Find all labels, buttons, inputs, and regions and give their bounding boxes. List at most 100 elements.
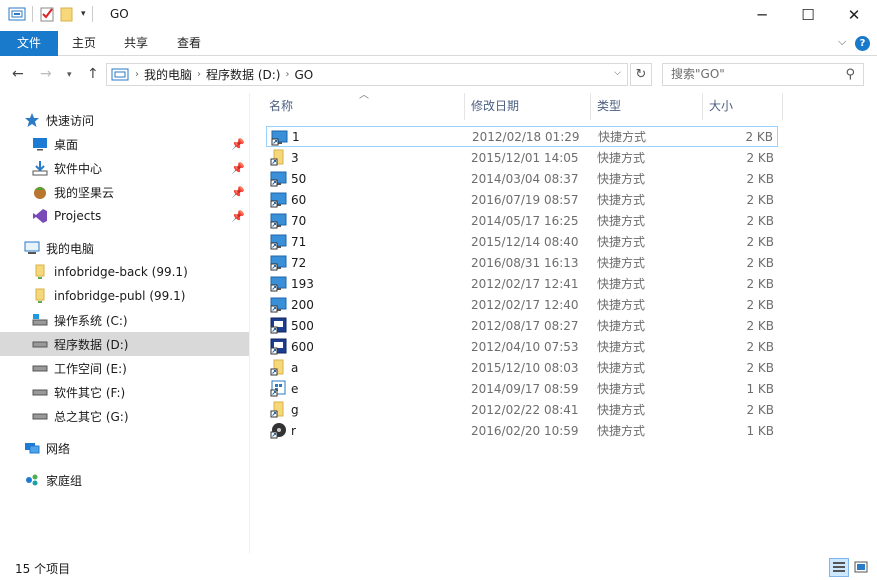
file-date: 2015/12/10 08:03 (471, 360, 579, 375)
drive-icon (32, 408, 48, 424)
nav-drive-g[interactable]: 总之其它 (G:) (0, 404, 249, 428)
file-row[interactable]: 500 2012/08/17 08:27 快捷方式 2 KB (266, 315, 778, 336)
column-header-size[interactable]: 大小 (703, 93, 783, 120)
shortcut-monitor-icon (270, 212, 287, 229)
nav-drive-d[interactable]: 程序数据 (D:) (0, 332, 249, 356)
file-row[interactable]: 50 2014/03/04 08:37 快捷方式 2 KB (266, 168, 778, 189)
pin-icon[interactable]: 📌 (231, 162, 245, 175)
close-button[interactable]: ✕ (831, 0, 877, 30)
nav-this-pc[interactable]: 我的电脑 (0, 236, 249, 260)
nav-drive-infobridge-publ[interactable]: infobridge-publ (99.1) (0, 284, 249, 308)
help-icon[interactable]: ? (855, 36, 870, 51)
nav-projects[interactable]: Projects 📌 (0, 204, 249, 228)
file-size: 2 KB (746, 297, 774, 312)
file-row[interactable]: 71 2015/12/14 08:40 快捷方式 2 KB (266, 231, 778, 252)
refresh-button[interactable]: ↻ (630, 63, 652, 86)
nav-network[interactable]: 网络 (0, 436, 249, 460)
file-row[interactable]: 3 2015/12/01 14:05 快捷方式 2 KB (266, 147, 778, 168)
nav-drive-f[interactable]: 软件其它 (F:) (0, 380, 249, 404)
nav-drive-e[interactable]: 工作空间 (E:) (0, 356, 249, 380)
breadcrumb-separator-icon[interactable]: › (197, 69, 201, 80)
file-size: 2 KB (746, 276, 774, 291)
nav-software-center[interactable]: 软件中心 📌 (0, 156, 249, 180)
column-header-date[interactable]: 修改日期 (465, 93, 591, 120)
file-size: 2 KB (746, 318, 774, 333)
file-row[interactable]: 200 2012/02/17 12:40 快捷方式 2 KB (266, 294, 778, 315)
details-view-icon (833, 562, 845, 572)
nav-desktop[interactable]: 桌面 📌 (0, 132, 249, 156)
file-row[interactable]: 1 2012/02/18 01:29 快捷方式 2 KB (266, 126, 778, 147)
network-drive-icon (32, 288, 48, 304)
file-row[interactable]: 60 2016/07/19 08:57 快捷方式 2 KB (266, 189, 778, 210)
tab-share[interactable]: 共享 (112, 31, 160, 56)
file-row[interactable]: a 2015/12/10 08:03 快捷方式 2 KB (266, 357, 778, 378)
shortcut-folder-icon (270, 401, 287, 418)
file-row[interactable]: g 2012/02/22 08:41 快捷方式 2 KB (266, 399, 778, 420)
search-input[interactable]: 搜索"GO" ⚲ (662, 63, 864, 86)
file-date: 2012/02/18 01:29 (472, 129, 580, 144)
network-drive-icon (32, 264, 48, 280)
address-dropdown-icon[interactable]: ⌵ (614, 68, 621, 78)
homegroup-icon (24, 472, 40, 488)
details-view-button[interactable] (829, 558, 849, 577)
nav-label: 总之其它 (G:) (54, 409, 129, 424)
file-row[interactable]: 600 2012/04/10 07:53 快捷方式 2 KB (266, 336, 778, 357)
breadcrumb-separator-icon[interactable]: › (135, 69, 139, 80)
nav-label: infobridge-back (99.1) (54, 265, 188, 279)
address-bar[interactable]: › 我的电脑 › 程序数据 (D:) › GO ⌵ (106, 63, 628, 86)
column-header-type[interactable]: 类型 (591, 93, 703, 120)
breadcrumb-go[interactable]: GO (294, 68, 313, 82)
file-type: 快捷方式 (597, 340, 646, 354)
nav-drive-c[interactable]: 操作系统 (C:) (0, 308, 249, 332)
file-name: e (291, 381, 299, 396)
file-row[interactable]: 72 2016/08/31 16:13 快捷方式 2 KB (266, 252, 778, 273)
shortcut-app-icon (270, 380, 287, 397)
download-icon (32, 160, 48, 176)
forward-arrow-icon[interactable]: → (40, 66, 52, 82)
back-arrow-icon[interactable]: ← (12, 66, 24, 82)
search-icon[interactable]: ⚲ (845, 64, 855, 85)
window-app-icon[interactable] (8, 6, 26, 22)
file-row[interactable]: 70 2014/05/17 16:25 快捷方式 2 KB (266, 210, 778, 231)
recent-locations-icon[interactable]: ▾ (67, 70, 72, 80)
new-folder-icon[interactable] (59, 6, 75, 22)
column-header-name[interactable]: 名称 (263, 93, 465, 120)
maximize-button[interactable]: ☐ (785, 0, 831, 30)
pin-icon[interactable]: 📌 (231, 210, 245, 223)
tab-home[interactable]: 主页 (60, 31, 108, 56)
large-icons-view-button[interactable] (851, 558, 871, 577)
file-type: 快捷方式 (597, 319, 646, 333)
file-date: 2014/03/04 08:37 (471, 171, 579, 186)
file-date: 2016/07/19 08:57 (471, 192, 579, 207)
minimize-button[interactable]: ─ (739, 0, 785, 30)
file-name: 600 (291, 339, 314, 354)
shortcut-monitor-icon (270, 191, 287, 208)
file-row[interactable]: r 2016/02/20 10:59 快捷方式 1 KB (266, 420, 778, 441)
pin-icon[interactable]: 📌 (231, 138, 245, 151)
file-row[interactable]: e 2014/09/17 08:59 快捷方式 1 KB (266, 378, 778, 399)
breadcrumb-this-pc[interactable]: 我的电脑 (144, 66, 192, 83)
nav-drive-infobridge-back[interactable]: infobridge-back (99.1) (0, 260, 249, 284)
file-name: 71 (291, 234, 307, 249)
nav-homegroup[interactable]: 家庭组 (0, 468, 249, 492)
nav-quick-access[interactable]: 快速访问 (24, 108, 249, 132)
tab-view[interactable]: 查看 (165, 31, 213, 56)
up-arrow-icon[interactable]: ↑ (87, 66, 99, 82)
chevron-down-icon[interactable]: ⌵ (838, 35, 846, 49)
breadcrumb-separator-icon[interactable]: › (285, 69, 289, 80)
file-date: 2016/08/31 16:13 (471, 255, 579, 270)
navigation-pane: 快速访问 桌面 📌 软件中心 📌 我的坚果云 📌 Projects 📌 我的电脑 (0, 93, 250, 553)
breadcrumb-drive-d[interactable]: 程序数据 (D:) (206, 66, 280, 83)
tab-file[interactable]: 文件 (0, 31, 58, 56)
item-count: 15 个项目 (15, 562, 71, 576)
file-row[interactable]: 193 2012/02/17 12:41 快捷方式 2 KB (266, 273, 778, 294)
nav-label: 操作系统 (C:) (54, 313, 128, 328)
network-icon (24, 440, 40, 456)
pin-icon[interactable]: 📌 (231, 186, 245, 199)
file-type: 快捷方式 (597, 382, 646, 396)
file-size: 2 KB (746, 255, 774, 270)
customize-toolbar-icon[interactable]: ▾ (81, 9, 86, 19)
properties-icon[interactable] (39, 6, 55, 22)
window-title: GO (110, 7, 129, 21)
nav-nutstore[interactable]: 我的坚果云 📌 (0, 180, 249, 204)
